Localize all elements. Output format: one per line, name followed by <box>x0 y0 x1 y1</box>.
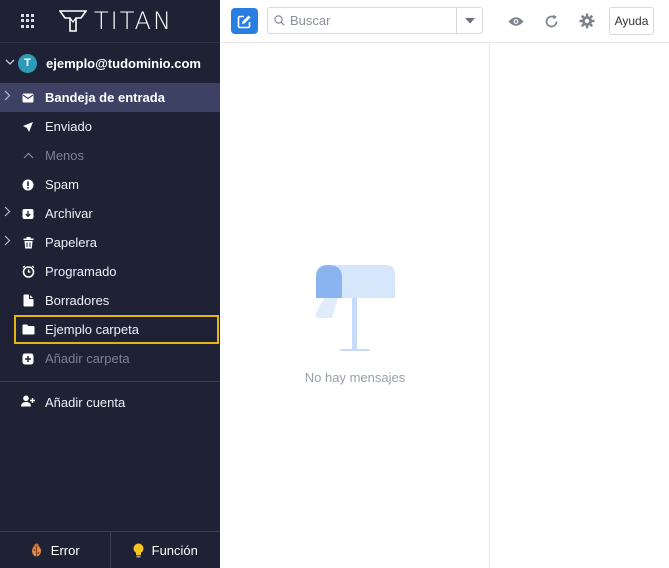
feature-label: Función <box>151 542 198 558</box>
folder-scheduled[interactable]: Programado <box>0 257 220 286</box>
chevron-down-icon[interactable] <box>2 57 18 69</box>
refresh-button[interactable] <box>542 12 560 30</box>
preview-toggle-button[interactable] <box>507 12 525 30</box>
folder-label: Enviado <box>45 119 92 134</box>
draft-icon <box>21 294 35 308</box>
bug-icon <box>30 543 43 557</box>
folder-less[interactable]: Menos <box>0 141 220 170</box>
add-user-icon <box>21 395 35 410</box>
alert-icon <box>21 178 35 192</box>
trash-icon <box>21 236 35 250</box>
app-grid-icon[interactable] <box>21 14 35 28</box>
message-list-pane: No hay mensajes <box>220 43 524 568</box>
folder-label: Ejemplo carpeta <box>45 322 139 337</box>
help-button[interactable]: Ayuda <box>609 7 654 35</box>
titan-logo-icon <box>59 10 87 32</box>
reading-pane <box>491 43 669 568</box>
folder-inbox[interactable]: Bandeja de entrada <box>0 83 220 112</box>
error-label: Error <box>50 542 80 558</box>
envelope-icon <box>21 91 35 105</box>
folder-archive[interactable]: Archivar <box>0 199 220 228</box>
folder-label: Borradores <box>45 293 110 308</box>
settings-button[interactable] <box>578 12 596 30</box>
add-account-label: Añadir cuenta <box>45 394 126 410</box>
chevron-right-icon[interactable] <box>4 206 12 220</box>
search-box[interactable] <box>267 7 483 34</box>
folder-label: Spam <box>45 177 79 192</box>
caret-down-icon <box>464 17 475 23</box>
folder-spam[interactable]: Spam <box>0 170 220 199</box>
folder-drafts[interactable]: Borradores <box>0 286 220 315</box>
send-icon <box>21 120 35 134</box>
feature-request-button[interactable]: Función <box>109 532 221 568</box>
archive-icon <box>21 207 35 221</box>
folder-label: Menos <box>45 148 85 163</box>
brand-bar: TITAN <box>0 0 220 43</box>
add-account-button[interactable]: Añadir cuenta <box>0 382 220 422</box>
folder-label: Añadir carpeta <box>45 351 130 366</box>
logo-text: TITAN <box>94 7 173 35</box>
compose-icon <box>237 15 251 28</box>
gear-icon <box>579 13 595 29</box>
titan-logo: TITAN <box>59 7 173 35</box>
folder-add[interactable]: Añadir carpeta <box>0 344 220 373</box>
chevron-right-icon[interactable] <box>4 235 12 249</box>
top-toolbar: Ayuda <box>220 0 669 43</box>
folder-icon <box>21 323 35 337</box>
plus-icon <box>21 352 35 366</box>
folder-label: Programado <box>45 264 117 279</box>
eye-icon <box>508 16 524 26</box>
compose-button[interactable] <box>231 8 258 34</box>
chevron-right-icon[interactable] <box>4 90 12 104</box>
lightbulb-icon <box>133 543 144 558</box>
folder-label: Archivar <box>45 206 93 221</box>
folder-label: Papelera <box>45 235 98 250</box>
folder-example[interactable]: Ejemplo carpeta <box>14 315 219 344</box>
account-email: ejemplo@tudominio.com <box>46 55 201 71</box>
avatar: T <box>18 53 37 73</box>
sidebar: TITAN T ejemplo@tudominio.com Bandeja de… <box>0 0 220 568</box>
search-input[interactable] <box>290 13 450 28</box>
sidebar-footer: Error Función <box>0 531 220 568</box>
search-options-dropdown[interactable] <box>456 8 482 33</box>
folder-label: Bandeja de entrada <box>45 90 165 105</box>
folder-sent[interactable]: Enviado <box>0 112 220 141</box>
refresh-icon <box>545 14 557 27</box>
account-row[interactable]: T ejemplo@tudominio.com <box>0 43 220 83</box>
search-icon <box>274 15 285 26</box>
report-error-button[interactable]: Error <box>0 532 110 568</box>
chevron-up-icon <box>21 149 35 163</box>
clock-icon <box>21 265 35 279</box>
mailbox-illustration <box>315 265 395 351</box>
empty-list-message: No hay mensajes <box>304 370 406 385</box>
folder-trash[interactable]: Papelera <box>0 228 220 257</box>
